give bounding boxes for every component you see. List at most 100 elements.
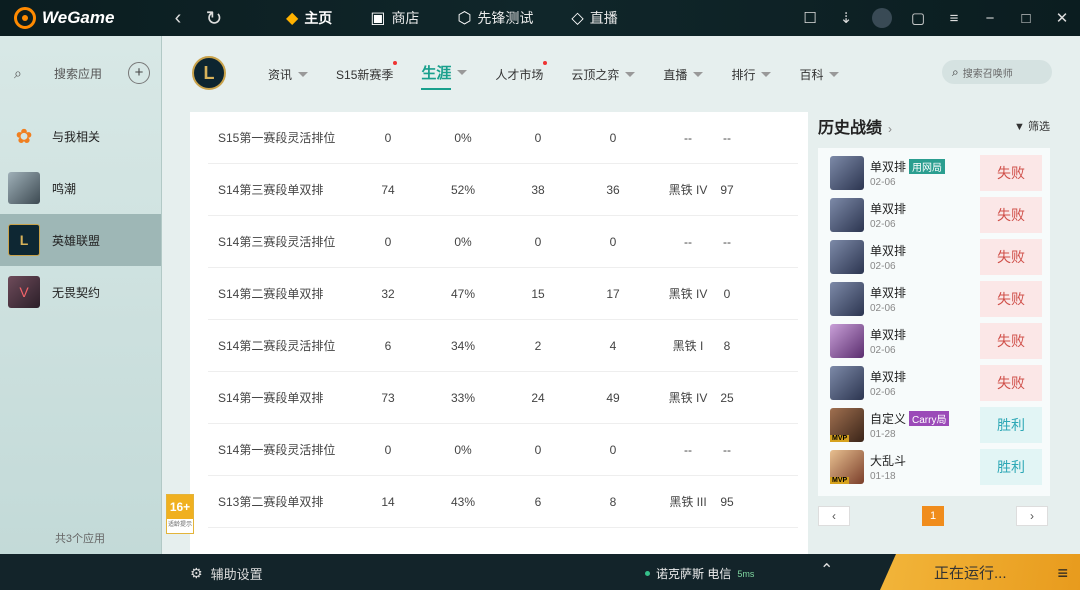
running-status-button[interactable]: 正在运行... ≡ — [880, 554, 1080, 590]
match-item[interactable]: 单双排 02-06 失败 — [830, 238, 1042, 276]
sidebar-item-label: 英雄联盟 — [52, 233, 101, 248]
sidebar-item-lol[interactable]: L 英雄联盟 — [0, 214, 161, 266]
minimize-icon[interactable]: − — [972, 10, 1008, 27]
topnav-live[interactable]: ◇ 直播 — [571, 8, 617, 28]
sidebar-search-label: 搜索应用 — [54, 66, 103, 81]
mvp-badge: MVP — [830, 435, 850, 442]
filter-icon: ▼ — [1014, 121, 1025, 133]
tab-wiki[interactable]: 百科 — [799, 64, 840, 85]
sidebar-item-label: 鸣潮 — [52, 181, 77, 196]
window-controls: ☐ ⇣ ▢ ≡ − □ ✕ — [792, 0, 1080, 36]
tab-live[interactable]: 直播 — [663, 64, 704, 85]
topnav-home[interactable]: ◆ 主页 — [286, 8, 332, 28]
match-result: 失败 — [980, 281, 1042, 317]
close-icon[interactable]: ✕ — [1044, 9, 1080, 27]
match-item[interactable]: MVP 自定义 Carry局 01-28 胜利 — [830, 406, 1042, 444]
gamepad-icon: ⬡ — [457, 10, 472, 27]
champion-avatar: MVP — [830, 450, 864, 484]
game-subnav: L 资讯 S15新赛季 生涯 人才市场 云顶之弈 直播 排行 百科 ⌕ 搜索召唤… — [162, 36, 1080, 110]
chevron-up-icon[interactable]: ⌃ — [820, 560, 833, 580]
age-rating-badge[interactable]: 16+ 适龄提示 — [166, 494, 194, 534]
match-item[interactable]: 单双排 02-06 失败 — [830, 364, 1042, 402]
tab-ranking[interactable]: 排行 — [731, 64, 772, 85]
mailbox-icon[interactable]: ☐ — [792, 9, 828, 27]
champion-avatar — [830, 240, 864, 274]
match-result: 失败 — [980, 155, 1042, 191]
table-row: S13第二赛段单双排 14 43% 6 8 黑铁 III 95 — [208, 476, 798, 528]
mvp-badge: MVP — [830, 477, 850, 484]
topnav-store[interactable]: ▣ 商店 — [370, 8, 419, 28]
refresh-icon[interactable]: ↻ — [196, 6, 232, 31]
match-item[interactable]: 单双排 用网局 02-06 失败 — [830, 154, 1042, 192]
champion-avatar — [830, 198, 864, 232]
title-bar: WeGame ‹ ↻ ◆ 主页 ▣ 商店 ⬡ 先锋测试 ◇ 直播 ☐ ⇣ ▢ ≡… — [0, 0, 1080, 36]
assist-settings-button[interactable]: ⚙ 辅助设置 — [190, 564, 263, 583]
table-row: S14第三赛段灵活排位 0 0% 0 0 -- -- — [208, 216, 798, 268]
bag-icon: ▣ — [370, 10, 386, 27]
champion-avatar — [830, 366, 864, 400]
summoner-search-input[interactable]: ⌕ 搜索召唤师 — [942, 60, 1052, 84]
match-item[interactable]: 单双排 02-06 失败 — [830, 280, 1042, 318]
server-status[interactable]: 诺克萨斯 电信 5ms — [645, 565, 754, 582]
match-item[interactable]: MVP 大乱斗 01-18 胜利 — [830, 448, 1042, 486]
top-navigation: ◆ 主页 ▣ 商店 ⬡ 先锋测试 ◇ 直播 — [286, 8, 656, 28]
sidebar-search[interactable]: ⌕ 搜索应用 + — [0, 36, 161, 110]
status-bar: ⚙ 辅助设置 诺克萨斯 电信 5ms ⌃ 正在运行... ≡ — [0, 554, 1080, 590]
tab-talent-market[interactable]: 人才市场 — [495, 61, 548, 85]
filter-button[interactable]: ▼ 筛选 — [1014, 118, 1050, 134]
wegame-logo[interactable]: WeGame — [0, 7, 160, 29]
subnav-tabs: 资讯 S15新赛季 生涯 人才市场 云顶之弈 直播 排行 百科 — [268, 61, 867, 90]
match-item[interactable]: 单双排 02-06 失败 — [830, 322, 1042, 360]
prev-page-button[interactable]: ‹ — [818, 506, 850, 526]
table-row: S15第一赛段灵活排位 0 0% 0 0 -- -- — [208, 112, 798, 164]
lol-logo[interactable]: L — [192, 56, 226, 90]
topnav-beta[interactable]: ⬡ 先锋测试 — [457, 8, 533, 28]
lol-icon: L — [8, 224, 40, 256]
ranked-table: S15第一赛段灵活排位 0 0% 0 0 -- -- S14第三赛段单双排 74… — [190, 112, 808, 554]
download-icon[interactable]: ⇣ — [828, 9, 864, 27]
sidebar-item-valorant[interactable]: V 无畏契约 — [0, 266, 161, 318]
match-result: 胜利 — [980, 449, 1042, 485]
home-icon: ◆ — [286, 10, 299, 27]
sidebar: ⌕ 搜索应用 + ✿ 与我相关 鸣潮 L 英雄联盟 V 无畏契约 共3个应用 — [0, 36, 162, 554]
app-count: 共3个应用 — [54, 533, 106, 545]
next-page-button[interactable]: › — [1016, 506, 1048, 526]
tab-tft[interactable]: 云顶之弈 — [571, 64, 636, 85]
wegame-logo-icon — [14, 7, 36, 29]
current-page[interactable]: 1 — [922, 506, 944, 526]
match-item[interactable]: 单双排 02-06 失败 — [830, 196, 1042, 234]
match-tag: Carry局 — [909, 411, 950, 426]
back-icon[interactable]: ‹ — [160, 7, 196, 30]
sidebar-item-wuthering-waves[interactable]: 鸣潮 — [0, 162, 161, 214]
valorant-icon: V — [8, 276, 40, 308]
skin-icon[interactable]: ▢ — [900, 9, 936, 27]
hamburger-menu-icon[interactable]: ≡ — [1057, 563, 1068, 584]
related-icon: ✿ — [15, 125, 33, 148]
wuthering-waves-icon — [8, 172, 40, 204]
online-status-icon — [645, 571, 650, 576]
user-avatar[interactable] — [872, 8, 892, 28]
chevron-down-icon — [693, 72, 704, 77]
tab-s15[interactable]: S15新赛季 — [336, 61, 398, 85]
menu-icon[interactable]: ≡ — [936, 10, 972, 27]
maximize-icon[interactable]: □ — [1008, 10, 1044, 27]
history-title[interactable]: 历史战绩 › — [818, 114, 892, 138]
tab-career[interactable]: 生涯 — [421, 62, 468, 90]
add-app-button[interactable]: + — [128, 62, 150, 84]
search-icon: ⌕ — [952, 64, 959, 79]
live-icon: ◇ — [571, 10, 584, 27]
sidebar-item-related[interactable]: ✿ 与我相关 — [0, 110, 161, 162]
ping-value: 5ms — [737, 568, 755, 579]
champion-avatar — [830, 156, 864, 190]
champion-avatar: MVP — [830, 408, 864, 442]
new-dot — [393, 61, 398, 65]
tab-news[interactable]: 资讯 — [268, 64, 309, 85]
table-row: S14第二赛段灵活排位 6 34% 2 4 黑铁 I 8 — [208, 320, 798, 372]
chevron-down-icon — [829, 72, 840, 77]
match-result: 失败 — [980, 197, 1042, 233]
chevron-down-icon — [457, 70, 468, 75]
match-result: 失败 — [980, 323, 1042, 359]
new-dot — [543, 61, 548, 65]
table-row: S14第一赛段单双排 73 33% 24 49 黑铁 IV 25 — [208, 372, 798, 424]
match-history: 历史战绩 › ▼ 筛选 单双排 用网局 02-06 失败 单双排 02-06 失败 — [818, 112, 1050, 554]
